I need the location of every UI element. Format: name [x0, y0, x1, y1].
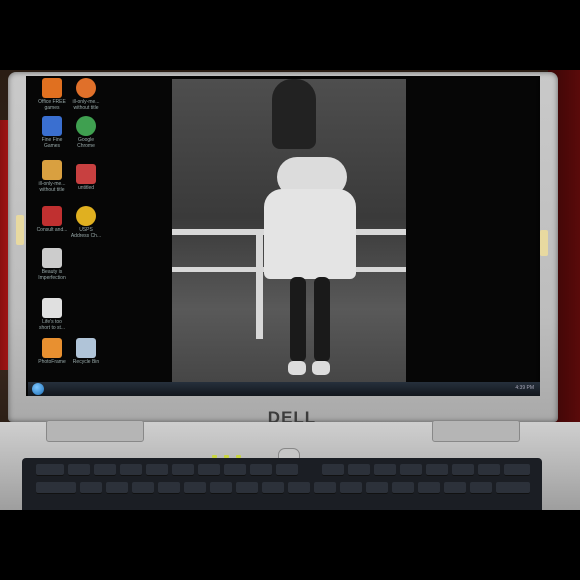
- person-hair: [272, 79, 316, 149]
- keyboard-key[interactable]: [452, 464, 474, 476]
- keyboard-key[interactable]: [276, 464, 298, 476]
- desktop-icon-label: Beauty is Imperfection: [38, 269, 66, 281]
- photo-icon: [42, 338, 62, 358]
- desktop-icon[interactable]: USPS Address Ch...: [64, 206, 108, 239]
- desktop-icon-label: ill-only-me... without title: [72, 99, 100, 111]
- keyboard-key[interactable]: [94, 464, 116, 476]
- system-tray-clock[interactable]: 4:39 PM: [515, 385, 534, 391]
- desktop-icon-label: untitled: [77, 185, 95, 191]
- keyboard-key[interactable]: [366, 482, 388, 494]
- hinge-left: [46, 420, 144, 442]
- desktop-icon[interactable]: untitled: [64, 164, 108, 191]
- lid-latch-right: [540, 230, 548, 256]
- start-button-icon[interactable]: [32, 383, 44, 395]
- desktop-icon-label: Recycle Bin: [72, 359, 100, 365]
- keyboard-key[interactable]: [478, 464, 500, 476]
- browser-icon: [76, 78, 96, 98]
- person-shoe-left: [288, 361, 306, 375]
- keyboard-key[interactable]: [36, 482, 76, 494]
- keyboard-key[interactable]: [314, 482, 336, 494]
- keyboard-key[interactable]: [392, 482, 414, 494]
- image-icon: [42, 298, 62, 318]
- person-leg-right: [314, 277, 330, 362]
- keyboard-key[interactable]: [132, 482, 154, 494]
- desktop-icon[interactable]: Life's too short to st...: [30, 298, 74, 331]
- keyboard-key[interactable]: [262, 482, 284, 494]
- desktop-icon-label: Google Chrome: [77, 137, 95, 149]
- keyboard-key[interactable]: [340, 482, 362, 494]
- desktop-icon[interactable]: Google Chrome: [64, 116, 108, 149]
- keyboard-key[interactable]: [400, 464, 422, 476]
- keyboard-key[interactable]: [146, 464, 168, 476]
- keyboard-key[interactable]: [120, 464, 142, 476]
- desktop-icon-label: USPS Address Ch...: [70, 227, 102, 239]
- desktop-icon-label: Life's too short to st...: [38, 319, 66, 331]
- hinge-right: [432, 420, 520, 442]
- person-leg-left: [290, 277, 306, 362]
- keyboard-key[interactable]: [80, 482, 102, 494]
- desktop-icon[interactable]: ill-only-me... without title: [64, 78, 108, 111]
- keyboard-key[interactable]: [418, 482, 440, 494]
- taskbar: 4:39 PM: [28, 382, 540, 396]
- keyboard: [22, 458, 542, 510]
- app-icon: [42, 116, 62, 136]
- keyboard-key[interactable]: [426, 464, 448, 476]
- keyboard-key[interactable]: [322, 464, 344, 476]
- browser-icon: [76, 206, 96, 226]
- keyboard-key[interactable]: [224, 464, 246, 476]
- railing-post: [256, 229, 263, 339]
- keyboard-key[interactable]: [444, 482, 466, 494]
- keyboard-key[interactable]: [496, 482, 530, 494]
- keyboard-key[interactable]: [250, 464, 272, 476]
- person-dress: [264, 189, 356, 279]
- keyboard-key[interactable]: [68, 464, 90, 476]
- keyboard-key[interactable]: [172, 464, 194, 476]
- keyboard-key[interactable]: [210, 482, 232, 494]
- keyboard-key[interactable]: [504, 464, 530, 476]
- keyboard-key[interactable]: [236, 482, 258, 494]
- keyboard-key[interactable]: [198, 464, 220, 476]
- keyboard-key[interactable]: [470, 482, 492, 494]
- document-icon: [42, 248, 62, 268]
- photo-viewer-image[interactable]: [172, 79, 406, 386]
- recycle-bin-icon: [76, 338, 96, 358]
- person-shoe-right: [312, 361, 330, 375]
- keyboard-key[interactable]: [288, 482, 310, 494]
- desktop-icon[interactable]: Recycle Bin: [64, 338, 108, 365]
- keyboard-key[interactable]: [106, 482, 128, 494]
- keyboard-key[interactable]: [158, 482, 180, 494]
- image-icon: [42, 206, 62, 226]
- chrome-icon: [76, 116, 96, 136]
- desktop-icon[interactable]: Beauty is Imperfection: [30, 248, 74, 281]
- keyboard-key[interactable]: [184, 482, 206, 494]
- folder-icon: [42, 160, 62, 180]
- keyboard-key[interactable]: [36, 464, 64, 476]
- image-icon: [76, 164, 96, 184]
- app-icon: [42, 78, 62, 98]
- lid-latch-left: [16, 215, 24, 245]
- keyboard-key[interactable]: [374, 464, 396, 476]
- keyboard-key[interactable]: [348, 464, 370, 476]
